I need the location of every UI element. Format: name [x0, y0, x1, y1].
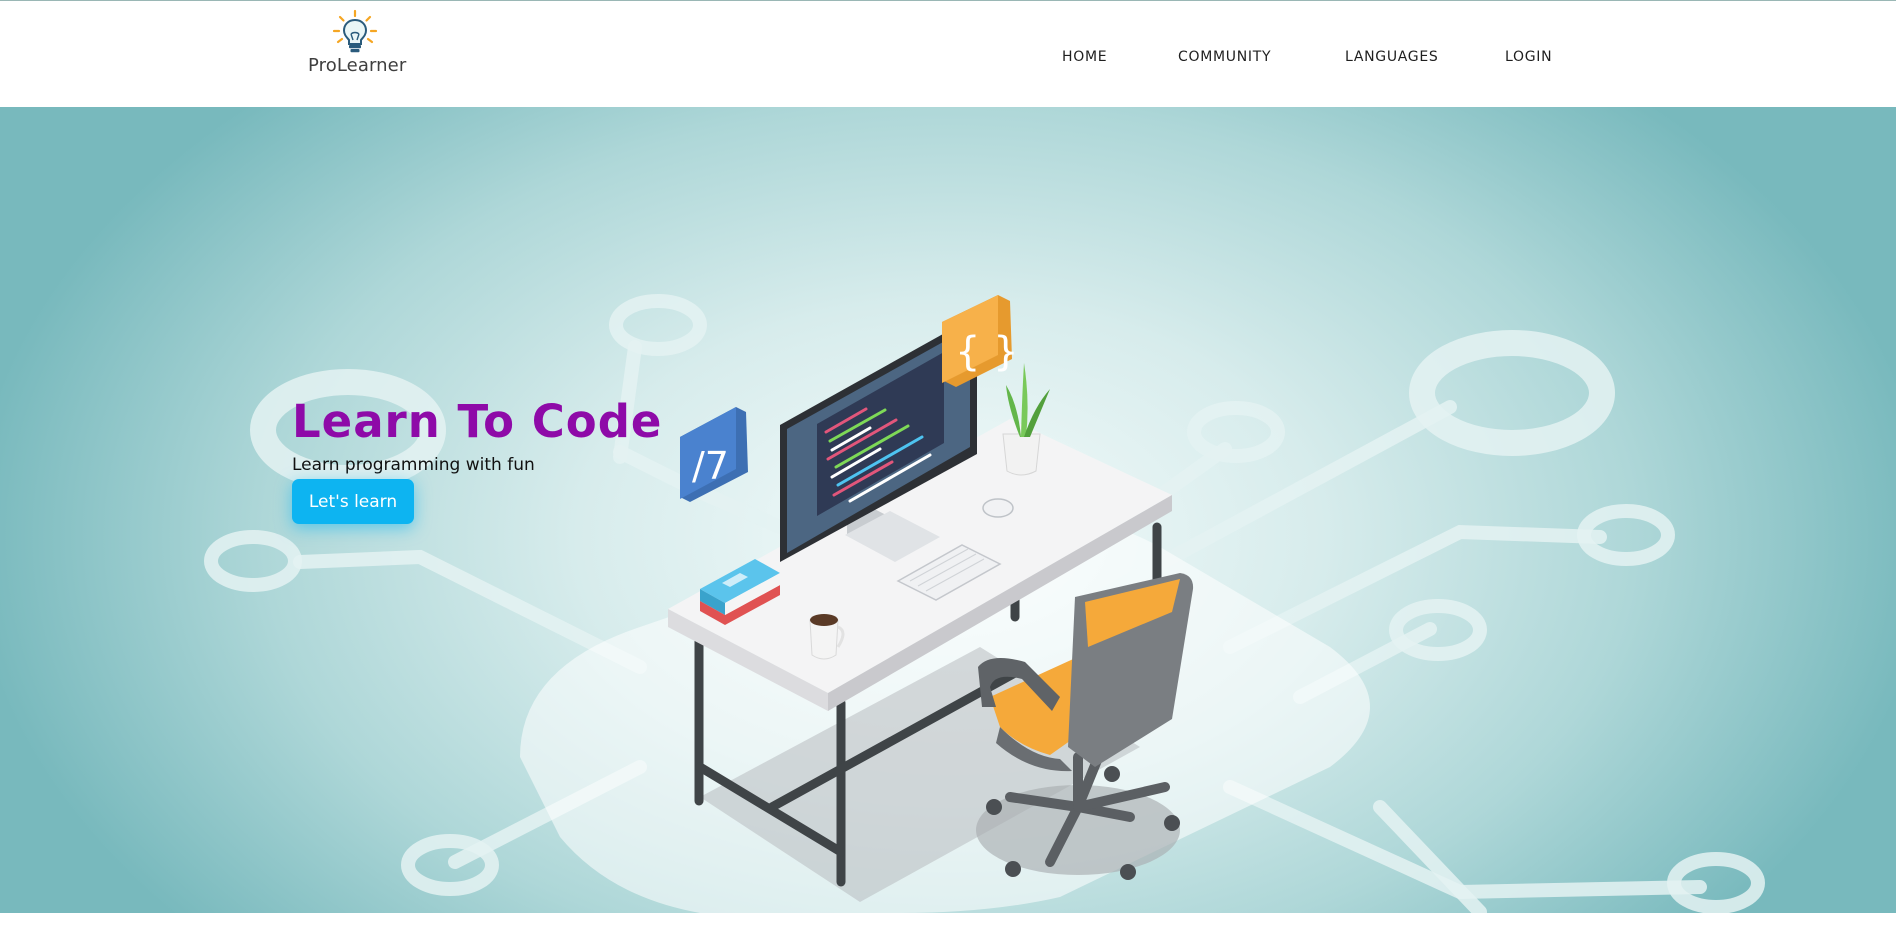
code-badge-blue: /7: [680, 407, 748, 502]
circuit-node: [1187, 401, 1285, 463]
top-navigation-bar: ProLearner HOME COMMUNITY LANGUAGES LOGI…: [0, 0, 1896, 107]
nav-community-link[interactable]: COMMUNITY: [1178, 49, 1271, 65]
hero-title: Learn To Code: [292, 395, 663, 448]
hero-illustration: /7 { }: [204, 294, 1765, 913]
nav-login-link[interactable]: LOGIN: [1505, 49, 1552, 65]
circuit-node: [1389, 599, 1487, 661]
code-badge-orange: { }: [942, 295, 1019, 387]
circuit-node: [609, 294, 707, 356]
main-nav: HOME COMMUNITY LANGUAGES LOGIN: [0, 49, 1896, 69]
circuit-node: [204, 530, 302, 592]
svg-text:{ }: { }: [955, 329, 1019, 375]
hero-subtitle: Learn programming with fun: [292, 455, 535, 475]
nav-home-link[interactable]: HOME: [1062, 49, 1107, 65]
brand-logo[interactable]: ProLearner: [306, 9, 416, 81]
page-bottom-strip: [0, 913, 1896, 927]
circuit-node: [1409, 330, 1615, 456]
lets-learn-button[interactable]: Let's learn: [292, 479, 414, 524]
nav-languages-link[interactable]: LANGUAGES: [1345, 49, 1438, 65]
hero-section: /7 { } Learn To Code Learn programming w…: [0, 107, 1896, 913]
svg-text:/7: /7: [692, 444, 729, 488]
mouse: [982, 498, 1014, 518]
